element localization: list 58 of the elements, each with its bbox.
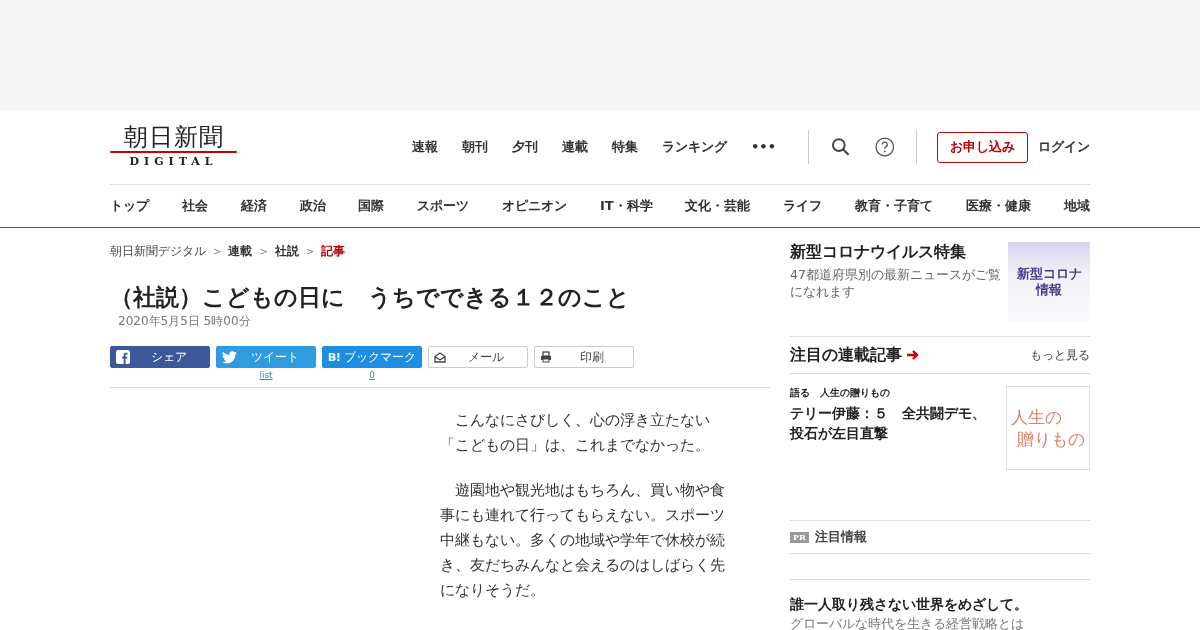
breadcrumb-separator: > <box>259 244 268 259</box>
search-icon[interactable] <box>830 137 851 157</box>
category-link[interactable]: 政治 <box>299 196 326 216</box>
category-link[interactable]: 国際 <box>358 196 385 216</box>
logo[interactable]: 朝日新聞 DIGITAL <box>110 123 238 171</box>
breadcrumb-link[interactable]: 連載 <box>228 242 253 260</box>
nav-link[interactable]: ランキング <box>662 137 728 157</box>
category-link[interactable]: トップ <box>110 196 149 216</box>
category-link[interactable]: 経済 <box>240 196 267 216</box>
nav-link[interactable]: 速報 <box>412 137 439 157</box>
share-count[interactable]: list <box>259 368 273 382</box>
series-category: 語る 人生の贈りもの <box>790 386 891 400</box>
subscribe-button[interactable]: お申し込み <box>937 131 1029 163</box>
article-paragraph: こんなにさびしく、心の浮き立たない 「こどもの日」は、これまでなかった。 <box>440 410 711 456</box>
article-date: 2020年5月5日 5時00分 <box>118 313 252 330</box>
bird-icon <box>222 350 237 364</box>
share-button[interactable]: メール <box>428 346 528 368</box>
pr-description: グローバルな時代を生きる経営戦略とは <box>790 615 1025 630</box>
article-title: （社説）こどもの日に うちでできる１２のこと <box>110 283 631 312</box>
login-link[interactable]: ログイン <box>1038 137 1091 157</box>
feature-description: 47都道府県別の最新ニュースがご覧になれます <box>790 266 1002 300</box>
feature-title[interactable]: 新型コロナウイルス特集 <box>790 242 1002 262</box>
category-link[interactable]: 医療・健康 <box>966 196 1031 216</box>
share-button[interactable]: シェア <box>110 346 210 368</box>
breadcrumb-link[interactable]: 社説 <box>274 242 299 260</box>
feature-banner[interactable]: 新型コロナ 情報 <box>1008 242 1090 322</box>
help-icon[interactable] <box>874 137 895 157</box>
nav-link[interactable]: 朝刊 <box>462 137 489 157</box>
category-link[interactable]: 地域 <box>1063 196 1090 216</box>
pr-article-link[interactable]: 誰一人取り残さない世界をめざして。 <box>790 594 1090 614</box>
category-link[interactable]: オピニオン <box>502 196 568 216</box>
category-link[interactable]: 教育・子育て <box>855 196 934 216</box>
pr-badge: PR <box>790 531 809 543</box>
bookmark-b-icon <box>328 352 341 362</box>
envelope-icon <box>434 351 446 363</box>
section-heading: 注目の連載記事 <box>790 344 902 366</box>
category-link[interactable]: 文化・芸能 <box>685 196 751 216</box>
breadcrumb-link[interactable]: 朝日新聞デジタル <box>110 242 206 260</box>
share-button[interactable]: 印刷 <box>534 346 634 368</box>
pr-heading: 注目情報 <box>814 528 867 547</box>
nav-link[interactable]: ••• <box>751 137 776 157</box>
category-link[interactable]: 社会 <box>181 196 208 216</box>
more-link[interactable]: もっと見る <box>1030 346 1090 364</box>
breadcrumb-separator: > <box>305 244 315 259</box>
nav-link[interactable]: 特集 <box>612 137 639 157</box>
nav-link[interactable]: 夕刊 <box>512 137 539 157</box>
arrow-icon <box>906 349 920 361</box>
category-link[interactable]: IT・科学 <box>599 196 653 216</box>
breadcrumb-link[interactable]: 記事 <box>321 242 346 260</box>
breadcrumb-separator: > <box>213 244 222 259</box>
printer-icon <box>540 351 552 363</box>
category-link[interactable]: ライフ <box>783 196 823 216</box>
series-article-link[interactable]: テリー伊藤：５ 全共闘デモ、投石が左目直撃 <box>790 403 988 443</box>
share-count[interactable]: 0 <box>369 368 375 382</box>
facebook-icon <box>116 350 130 364</box>
category-link[interactable]: スポーツ <box>417 196 470 216</box>
article-paragraph: 遊園地や観光地はもちろん、買い物や食 事にも連れて行ってもらえない。スポーツ 中継もない。多くの地域や学年で休校が続 き、友だちみんなと会えるのはしばらく先 になりそうだ。 <box>440 480 726 601</box>
nav-link[interactable]: 連載 <box>562 137 589 157</box>
